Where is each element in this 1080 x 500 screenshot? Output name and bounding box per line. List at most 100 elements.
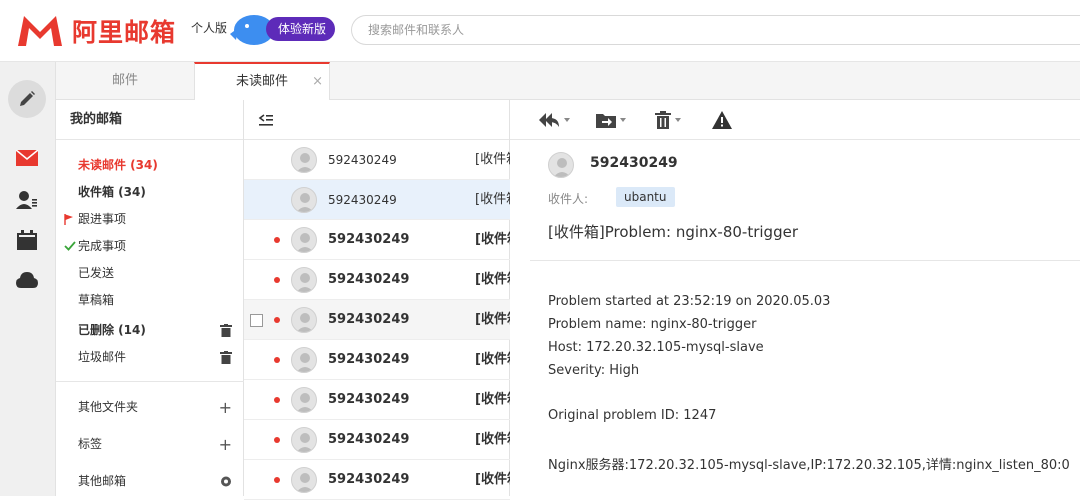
folder-label: 垃圾邮件 (78, 350, 127, 364)
body-line: Problem name: nginx-80-trigger (548, 317, 757, 332)
row-subject: [收件箱] (475, 232, 510, 247)
group-other-mailboxes[interactable]: 其他邮箱 (56, 468, 244, 495)
calendar-icon (17, 230, 37, 250)
tab-bar: 邮件 未读邮件 × (56, 62, 1080, 101)
empty-spam-icon[interactable] (220, 351, 232, 364)
message-row[interactable]: 592430249 [收件箱] (244, 420, 510, 460)
folder-follow-up[interactable]: 跟进事项 (56, 206, 244, 233)
tab-close-icon[interactable]: × (312, 64, 323, 100)
row-subject: [收件箱] (475, 432, 510, 447)
reply-button[interactable] (538, 110, 570, 130)
sender-name[interactable]: 592430249 (590, 155, 678, 171)
row-subject: [收件箱] (475, 392, 510, 407)
row-subject: [收件箱] (475, 152, 510, 167)
folder-label: 已删除 (14) (78, 323, 146, 337)
row-sender: 592430249 (328, 153, 397, 167)
group-tags[interactable]: 标签 + (56, 431, 244, 458)
avatar (291, 427, 317, 453)
mail-nav[interactable] (14, 146, 40, 170)
gear-icon[interactable] (220, 475, 232, 488)
body-line: Severity: High (548, 363, 640, 378)
message-row[interactable]: 592430249 [收件箱] (244, 220, 510, 260)
message-row[interactable]: 592430249 [收件箱] (244, 380, 510, 420)
group-label: 其他邮箱 (78, 474, 127, 488)
search-input[interactable] (351, 15, 1080, 45)
folder-unread[interactable]: 未读邮件 (34) (56, 152, 244, 179)
cloud-nav[interactable] (14, 268, 40, 292)
avatar (291, 347, 317, 373)
tab-unread-label: 未读邮件 (235, 74, 288, 89)
body-line: Original problem ID: 1247 (548, 408, 717, 423)
check-icon (64, 241, 76, 251)
list-header (244, 100, 509, 140)
delete-button[interactable] (655, 110, 681, 130)
contacts-icon (16, 191, 37, 209)
reply-icon (539, 113, 559, 127)
folder-spam[interactable]: 垃圾邮件 (56, 344, 244, 371)
avatar (291, 267, 317, 293)
recipient-label: 收件人: (548, 192, 589, 206)
brand-logo[interactable]: 阿里邮箱 个人版 (16, 12, 227, 50)
new-version-label: 体验新版 (266, 17, 336, 41)
app-rail (0, 62, 56, 496)
folder-sent[interactable]: 已发送 (56, 260, 244, 287)
folder-label: 收件箱 (34) (78, 185, 146, 199)
folder-label: 草稿箱 (78, 293, 115, 307)
row-subject: [收件箱] (475, 352, 510, 367)
row-subject: [收件箱] (475, 472, 510, 487)
avatar (291, 387, 317, 413)
folder-drafts[interactable]: 草稿箱 (56, 287, 244, 314)
row-sender: 592430249 (328, 352, 410, 367)
compose-button[interactable] (8, 80, 46, 118)
calendar-nav[interactable] (14, 228, 40, 252)
add-tag-icon[interactable]: + (219, 431, 232, 458)
folder-label: 完成事项 (78, 239, 127, 253)
group-other-folders[interactable]: 其他文件夹 + (56, 394, 244, 421)
message-subject: [收件箱]Problem: nginx-80-trigger (548, 223, 798, 241)
row-sender: 592430249 (328, 193, 397, 207)
cloud-icon (16, 272, 38, 288)
avatar (291, 467, 317, 493)
row-sender: 592430249 (328, 272, 410, 287)
empty-trash-icon[interactable] (220, 324, 232, 337)
folder-inbox[interactable]: 收件箱 (34) (56, 179, 244, 206)
row-sender: 592430249 (328, 392, 410, 407)
add-folder-icon[interactable]: + (219, 394, 232, 421)
report-button[interactable] (712, 110, 732, 130)
folder-separator (56, 381, 244, 382)
tab-mail[interactable]: 邮件 (56, 62, 194, 100)
unread-dot-icon (274, 397, 280, 403)
header-divider (530, 260, 1080, 261)
row-checkbox[interactable] (250, 314, 263, 327)
message-row[interactable]: 592430249 [收件箱] (244, 180, 510, 220)
edition-label: 个人版 (191, 21, 228, 35)
flag-icon (64, 214, 73, 225)
folder-label: 未读邮件 (34) (78, 158, 158, 172)
avatar (291, 187, 317, 213)
avatar (291, 307, 317, 333)
reader-toolbar (510, 100, 1080, 140)
message-row[interactable]: 592430249 [收件箱] (244, 140, 510, 180)
body-line: Nginx服务器:172.20.32.105-mysql-slave,IP:17… (548, 458, 1070, 473)
move-icon (596, 114, 616, 128)
avatar (291, 227, 317, 253)
tab-unread[interactable]: 未读邮件 × (194, 62, 330, 101)
message-row[interactable]: 592430249 [收件箱] (244, 460, 510, 500)
message-list: 592430249 [收件箱] 592430249 [收件箱] 592430249 [收件… (244, 100, 510, 500)
unread-dot-icon (274, 277, 280, 283)
folder-done[interactable]: 完成事项 (56, 233, 244, 260)
message-row[interactable]: 592430249 [收件箱] (244, 340, 510, 380)
body-line: Problem started at 23:52:19 on 2020.05.0… (548, 294, 831, 309)
collapse-icon[interactable] (258, 112, 274, 128)
body-line: Host: 172.20.32.105-mysql-slave (548, 340, 764, 355)
recipient-chip[interactable]: ubantu (616, 187, 675, 207)
new-version-button[interactable]: 体验新版 (226, 12, 336, 45)
unread-dot-icon (274, 437, 280, 443)
delete-icon (655, 111, 671, 129)
compose-icon (20, 91, 35, 106)
message-row[interactable]: 592430249 [收件箱] (244, 300, 510, 340)
folder-deleted[interactable]: 已删除 (14) (56, 317, 244, 344)
message-row[interactable]: 592430249 [收件箱] (244, 260, 510, 300)
contacts-nav[interactable] (14, 188, 40, 212)
move-button[interactable] (596, 110, 626, 130)
